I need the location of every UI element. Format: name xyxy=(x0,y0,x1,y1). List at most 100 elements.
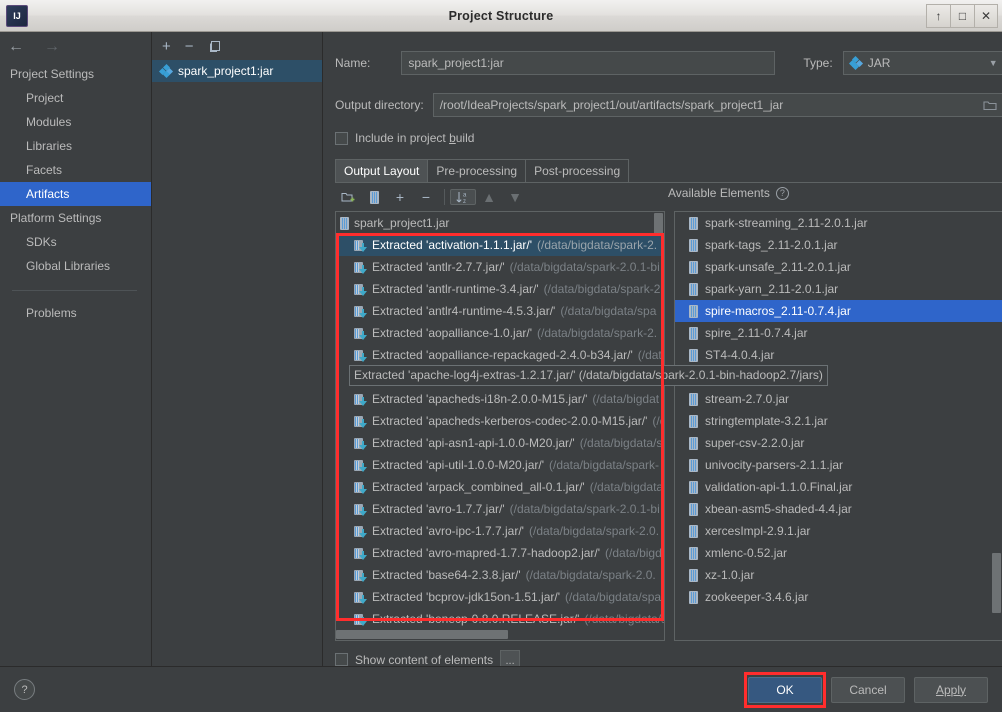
output-directory-label: Output directory: xyxy=(335,98,424,112)
available-element-label: spark-tags_2.11-2.0.1.jar xyxy=(705,238,838,252)
output-layout-tree[interactable]: spark_project1.jar Extracted 'activation… xyxy=(335,211,665,641)
available-element-label: super-csv-2.2.0.jar xyxy=(705,436,805,450)
tree-row-path: (/data/bigdata/spa xyxy=(560,304,657,318)
tree-row-path: (/data/bigdata/s xyxy=(584,612,665,626)
tree-row[interactable]: Extracted 'antlr-runtime-3.4.jar/' (/dat… xyxy=(336,278,664,300)
list-item[interactable]: xz-1.0.jar xyxy=(675,564,1002,586)
list-item[interactable]: validation-api-1.1.0.Final.jar xyxy=(675,476,1002,498)
sort-alphabetically-icon[interactable]: az xyxy=(450,189,476,205)
add-directory-icon[interactable] xyxy=(335,191,361,204)
sidebar-item-facets[interactable]: Facets xyxy=(0,158,151,182)
sidebar-item-libraries[interactable]: Libraries xyxy=(0,134,151,158)
move-up-icon[interactable]: ▲ xyxy=(476,189,502,205)
sidebar-item-artifacts[interactable]: Artifacts xyxy=(0,182,151,206)
available-elements-list[interactable]: spark-streaming_2.11-2.0.1.jar spark-tags… xyxy=(674,211,1002,641)
include-in-build-checkbox[interactable] xyxy=(335,131,348,145)
tree-row[interactable]: Extracted 'antlr-2.7.7.jar/' (/data/bigd… xyxy=(336,256,664,278)
cancel-button[interactable]: Cancel xyxy=(831,676,905,703)
back-arrow-icon[interactable]: ← xyxy=(8,39,24,55)
tab-post-processing[interactable]: Post-processing xyxy=(525,159,630,182)
add-artifact-icon[interactable]: + xyxy=(162,39,171,54)
help-icon[interactable]: ? xyxy=(775,186,789,200)
list-item[interactable]: spark-streaming_2.11-2.0.1.jar xyxy=(675,212,1002,234)
tree-horizontal-scrollbar[interactable] xyxy=(336,630,664,639)
list-item[interactable]: xbean-asm5-shaded-4.4.jar xyxy=(675,498,1002,520)
close-icon[interactable]: ✕ xyxy=(974,3,998,28)
jar-type-icon xyxy=(848,55,863,71)
ok-button[interactable]: OK xyxy=(748,676,822,703)
tree-row-name: Extracted 'aopalliance-1.0.jar/' xyxy=(372,326,533,340)
list-item[interactable]: spark_project1:jar xyxy=(152,60,322,82)
tree-row[interactable]: Extracted 'bcprov-jdk15on-1.51.jar/' (/d… xyxy=(336,586,664,608)
remove-artifact-icon[interactable]: − xyxy=(185,39,194,54)
minimize-icon[interactable]: ↑ xyxy=(926,3,950,28)
add-archive-icon[interactable] xyxy=(361,190,387,204)
available-vscroll-thumb[interactable] xyxy=(991,553,1001,613)
list-item[interactable]: spark-yarn_2.11-2.0.1.jar xyxy=(675,278,1002,300)
folder-browse-icon[interactable] xyxy=(981,97,999,113)
tree-row[interactable]: Extracted 'avro-mapred-1.7.7-hadoop2.jar… xyxy=(336,542,664,564)
sidebar-item-problems[interactable]: Problems xyxy=(0,301,151,325)
maximize-icon[interactable]: □ xyxy=(950,3,974,28)
tree-row[interactable]: Extracted 'api-asn1-api-1.0.0-M20.jar/' … xyxy=(336,432,664,454)
list-item[interactable]: zookeeper-3.4.6.jar xyxy=(675,586,1002,608)
tree-row[interactable]: Extracted 'apacheds-i18n-2.0.0-M15.jar/'… xyxy=(336,388,664,410)
list-item[interactable]: ST4-4.0.4.jar xyxy=(675,344,1002,366)
tree-row[interactable]: Extracted 'avro-1.7.7.jar/' (/data/bigda… xyxy=(336,498,664,520)
tree-row[interactable]: Extracted 'api-util-1.0.0-M20.jar/' (/da… xyxy=(336,454,664,476)
tree-row[interactable]: Extracted 'bonecp-0.8.0.RELEASE.jar/' (/… xyxy=(336,608,664,630)
type-dropdown[interactable]: JAR ▼ xyxy=(842,51,1002,75)
list-item[interactable]: spark-unsafe_2.11-2.0.1.jar xyxy=(675,256,1002,278)
list-item[interactable]: super-csv-2.2.0.jar xyxy=(675,432,1002,454)
tree-row[interactable]: Extracted 'arpack_combined_all-0.1.jar/'… xyxy=(336,476,664,498)
jar-icon xyxy=(340,216,349,230)
list-item[interactable]: xmlenc-0.52.jar xyxy=(675,542,1002,564)
sidebar-item-global-libraries[interactable]: Global Libraries xyxy=(0,254,151,278)
tree-vertical-scrollbar[interactable] xyxy=(654,213,663,640)
list-item[interactable]: stream-2.7.0.jar xyxy=(675,388,1002,410)
list-item[interactable]: univocity-parsers-2.1.1.jar xyxy=(675,454,1002,476)
jar-icon xyxy=(689,282,698,296)
add-element-icon[interactable]: + xyxy=(387,189,413,205)
tree-row[interactable]: Extracted 'activation-1.1.1.jar/' (/data… xyxy=(336,234,664,256)
tree-row-path: (/data/bigdata/spark-2.0. xyxy=(525,568,656,582)
move-down-icon[interactable]: ▼ xyxy=(502,189,528,205)
tree-row[interactable]: Extracted 'antlr4-runtime-4.5.3.jar/' (/… xyxy=(336,300,664,322)
tree-row[interactable]: Extracted 'aopalliance-repackaged-2.4.0-… xyxy=(336,344,664,366)
help-button[interactable]: ? xyxy=(14,679,35,700)
tree-row-root[interactable]: spark_project1.jar xyxy=(336,212,664,234)
tree-row-path: (/data/bigdata/spark-2.0.1-bi xyxy=(509,260,660,274)
tree-hscroll-thumb[interactable] xyxy=(336,630,508,639)
jar-icon xyxy=(689,392,698,406)
output-layout-toolbar: + − az ▲ ▼ Available Elements ? xyxy=(335,183,1002,211)
window-title: Project Structure xyxy=(448,8,554,23)
forward-arrow-icon[interactable]: → xyxy=(44,39,60,55)
copy-artifact-icon[interactable] xyxy=(208,40,221,53)
sidebar-item-modules[interactable]: Modules xyxy=(0,110,151,134)
list-item[interactable]: spire_2.11-0.7.4.jar xyxy=(675,322,1002,344)
tree-row[interactable]: Extracted 'base64-2.3.8.jar/' (/data/big… xyxy=(336,564,664,586)
tree-row[interactable]: Extracted 'avro-ipc-1.7.7.jar/' (/data/b… xyxy=(336,520,664,542)
list-item[interactable]: stringtemplate-3.2.1.jar xyxy=(675,410,1002,432)
sidebar-item-sdks[interactable]: SDKs xyxy=(0,230,151,254)
project-structure-dialog: Project Structure ↑ □ ✕ ← → Project Sett… xyxy=(0,0,1002,712)
remove-element-icon[interactable]: − xyxy=(413,189,439,205)
list-item[interactable]: spark-tags_2.11-2.0.1.jar xyxy=(675,234,1002,256)
sidebar-item-project[interactable]: Project xyxy=(0,86,151,110)
available-vertical-scrollbar[interactable] xyxy=(991,213,1001,640)
output-directory-input[interactable]: /root/IdeaProjects/spark_project1/out/ar… xyxy=(432,93,1002,117)
apply-button[interactable]: Apply xyxy=(914,676,988,703)
tree-row[interactable]: Extracted 'apacheds-kerberos-codec-2.0.0… xyxy=(336,410,664,432)
type-label: Type: xyxy=(803,56,833,70)
include-in-build-row[interactable]: Include in project build xyxy=(335,131,1002,145)
tree-row[interactable]: Extracted 'aopalliance-1.0.jar/' (/data/… xyxy=(336,322,664,344)
show-content-checkbox[interactable] xyxy=(335,653,348,666)
extracted-jar-icon xyxy=(354,327,367,340)
tree-vscroll-thumb[interactable] xyxy=(654,213,663,235)
tab-output-layout[interactable]: Output Layout xyxy=(335,159,429,182)
list-item[interactable]: xercesImpl-2.9.1.jar xyxy=(675,520,1002,542)
name-input[interactable]: spark_project1:jar xyxy=(401,51,776,75)
list-item[interactable]: spire-macros_2.11-0.7.4.jar xyxy=(675,300,1002,322)
type-value: JAR xyxy=(867,56,891,70)
tab-pre-processing[interactable]: Pre-processing xyxy=(427,159,527,182)
